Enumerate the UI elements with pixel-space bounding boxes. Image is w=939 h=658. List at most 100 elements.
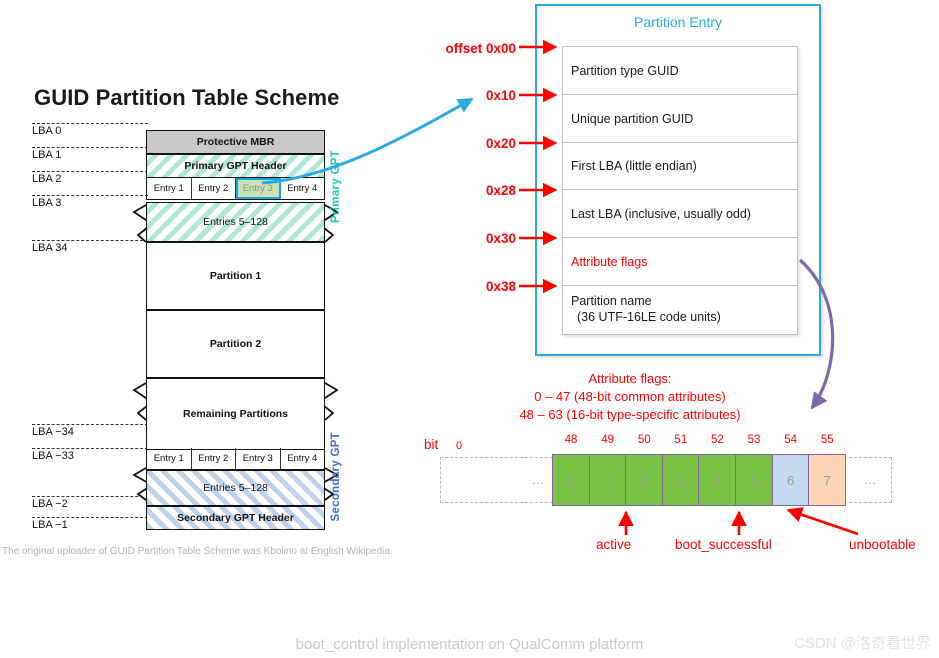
gpt-block: Partition 2: [146, 310, 325, 378]
bit-cell[interactable]: 50 2: [625, 434, 664, 506]
bit-index-label: 50: [637, 434, 651, 446]
image-credit: The original uploader of GUID Partition …: [2, 546, 393, 557]
gpt-block: Primary GPT Header: [146, 154, 325, 178]
partition-entry-field-label: First LBA (little endian): [571, 159, 697, 173]
partition-entry-field: First LBA (little endian): [563, 143, 797, 190]
gpt-entry-cell[interactable]: Entry 3: [236, 448, 281, 469]
bit-cell[interactable]: 48 0: [552, 434, 590, 506]
bit-index-label: 55: [820, 434, 834, 446]
bit-axis-label: bit: [424, 437, 439, 452]
bit-cell[interactable]: 52 4: [698, 434, 737, 506]
bit-index-label: 52: [711, 434, 724, 446]
gpt-block-label: Primary GPT Header: [184, 160, 287, 172]
gpt-block: Remaining Partitions: [146, 378, 325, 450]
bit-value-label: 3: [677, 472, 685, 488]
bit-value-label: 5: [750, 472, 758, 488]
lba-guide-line: [32, 240, 148, 241]
bit-index-label: 53: [747, 434, 761, 446]
gpt-scheme-title: GUID Partition Table Scheme: [34, 85, 340, 110]
left-ellipsis: …: [532, 473, 544, 487]
bit-cell[interactable]: 49 1: [588, 434, 627, 506]
bit-index-label: 49: [601, 434, 614, 446]
attribute-flags-note: Attribute flags: 0 – 47 (48-bit common a…: [420, 370, 840, 424]
gpt-block-label: Remaining Partitions: [182, 408, 288, 420]
partition-entry-field-label: Partition type GUID: [571, 63, 679, 78]
bit-value-label: 1: [603, 472, 612, 488]
lba-guide-line: [32, 496, 148, 497]
gpt-block: Partition 1: [146, 242, 325, 310]
offset-label: 0x28: [485, 183, 516, 198]
gpt-block-label: Protective MBR: [196, 136, 275, 148]
partition-entry-field-label: Unique partition GUID: [571, 111, 694, 126]
gpt-block-label: Partition 2: [209, 338, 262, 350]
flag-name-label: boot_successful: [675, 537, 772, 552]
primary-gpt-entry-row: Entry 1 Entry 2 Entry 3 Entry 4: [146, 178, 325, 200]
lba-label: LBA 1: [32, 149, 62, 161]
lba-label: LBA 34: [32, 242, 68, 254]
lba-label: LBA −2: [32, 498, 68, 510]
gpt-entry-cell[interactable]: Entry 1: [147, 178, 192, 199]
gpt-block-label: Partition 1: [209, 270, 262, 282]
offset-label: 0x30: [485, 231, 516, 246]
gpt-entry-cell[interactable]: Entry 2: [192, 178, 236, 199]
lba-label: LBA −34: [32, 426, 74, 438]
gpt-block: Entries 5–128: [146, 470, 325, 506]
bit-value-label: 0: [567, 472, 575, 488]
bit-index-label: 54: [784, 434, 798, 446]
partition-entry-field: Partition name (36 UTF-16LE code units): [563, 286, 797, 334]
partition-entry-field-label: Attribute flags: [571, 254, 648, 269]
secondary-gpt-side-label: Secondary GPT: [330, 432, 342, 522]
gpt-block-label: Entries 5–128: [203, 482, 268, 494]
lba-label: LBA 3: [32, 197, 62, 209]
bit-start-label: 0: [456, 440, 463, 452]
gpt-entry-cell[interactable]: Entry 2: [192, 448, 236, 469]
lba-guide-line: [32, 517, 148, 518]
lba-guide-line: [32, 448, 148, 449]
offset-label: 0x20: [485, 136, 516, 151]
right-ellipsis: …: [864, 473, 876, 487]
lba-guide-line: [32, 147, 148, 148]
bit-cell[interactable]: 51 3: [661, 434, 700, 506]
gpt-block-label: Secondary GPT Header: [177, 512, 294, 524]
primary-gpt-side-label: Primary GPT: [330, 150, 342, 223]
gpt-layout-table: Protective MBR Primary GPT Header Entries …: [146, 130, 325, 530]
bit-cell[interactable]: 55 7: [808, 434, 847, 506]
gpt-block: Entries 5–128: [146, 202, 325, 242]
partition-entry-field: Partition type GUID: [563, 47, 797, 95]
bit-index-label: 51: [674, 434, 688, 446]
attribute-flags-note-line1: Attribute flags:: [588, 371, 672, 386]
bit-value-label: 4: [713, 472, 722, 488]
gpt-entry-cell[interactable]: Entry 1: [147, 448, 192, 469]
lba-guide-line: [32, 424, 148, 425]
attribute-flags-note-line2: 0 – 47 (48-bit common attributes): [534, 389, 726, 404]
gpt-block: Protective MBR: [146, 130, 325, 154]
bit-cell-row: 48 0 49 1 50 2 51 3 52 4 53 5 54 6 55 7: [552, 434, 847, 506]
partition-entry-field: Last LBA (inclusive, usually odd): [563, 190, 797, 238]
flag-name-label: active: [596, 537, 632, 552]
partition-entry-field-list: Partition type GUID Unique partition GUID…: [562, 46, 798, 335]
partition-entry-field-label: Last LBA (inclusive, usually odd): [571, 206, 751, 221]
partition-entry-field-sublabel: (36 UTF-16LE code units): [577, 310, 721, 324]
offset-label: offset 0x00: [445, 41, 516, 56]
gpt-block: Secondary GPT Header: [146, 506, 325, 530]
bit-value-label: 2: [640, 472, 648, 488]
watermark: CSDN @洛奇看世界: [794, 635, 931, 652]
gpt-block-label: Entries 5–128: [203, 216, 268, 228]
flag-name-label: unbootable: [849, 537, 916, 552]
gpt-entry-cell-selected[interactable]: Entry 3: [236, 178, 281, 199]
bit-cell[interactable]: 54 6: [771, 434, 810, 506]
partition-entry-title: Partition Entry: [634, 14, 722, 30]
bit-cell[interactable]: 53 5: [735, 434, 774, 506]
lba-label: LBA 2: [32, 173, 62, 185]
partition-entry-field-label: Partition name: [571, 294, 652, 308]
partition-entry-field: Unique partition GUID: [563, 95, 797, 143]
offset-label: 0x38: [485, 279, 516, 294]
lba-label: LBA −33: [32, 450, 74, 462]
gpt-entry-cell[interactable]: Entry 4: [281, 178, 325, 199]
attribute-flags-note-line3: 48 – 63 (16-bit type-specific attributes…: [519, 407, 741, 422]
offset-label: 0x10: [485, 88, 516, 103]
bit-value-label: 6: [787, 472, 795, 488]
bit-value-label: 7: [823, 472, 831, 488]
lba-label: LBA 0: [32, 125, 62, 137]
gpt-entry-cell[interactable]: Entry 4: [281, 448, 325, 469]
